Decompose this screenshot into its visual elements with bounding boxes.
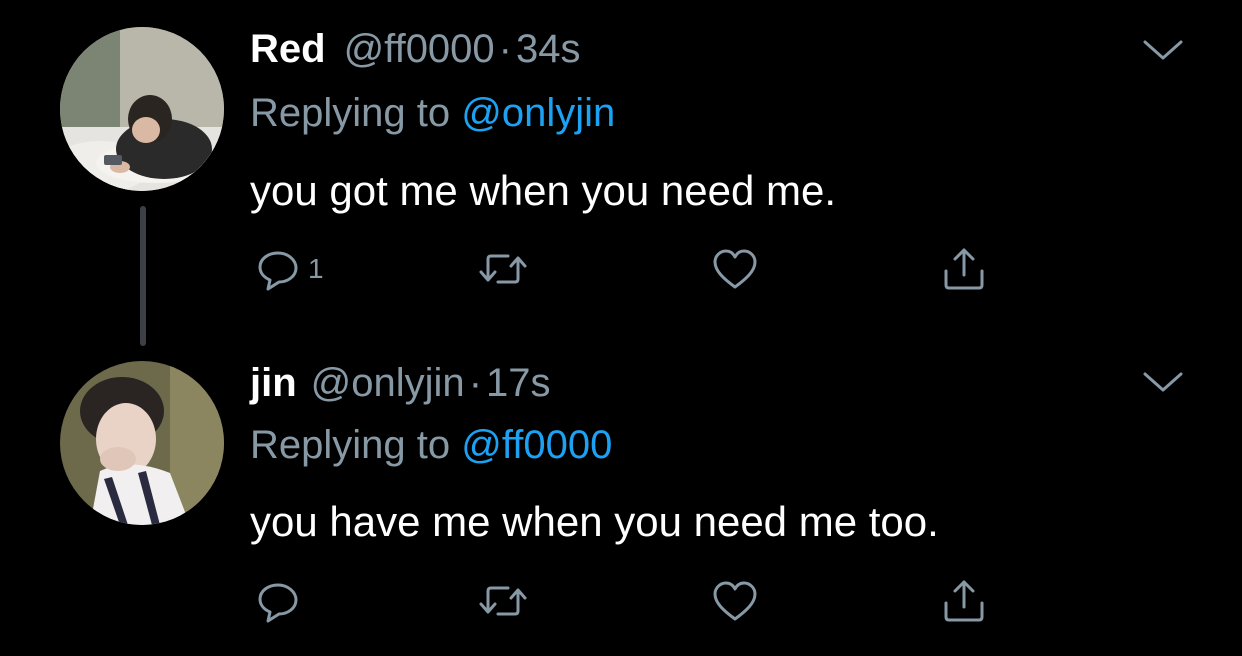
timestamp[interactable]: 34s <box>516 27 581 71</box>
replying-to-handle[interactable]: @ff0000 <box>461 423 612 467</box>
action-bar <box>254 576 1014 626</box>
reply-icon <box>254 245 302 293</box>
display-name[interactable]: Red <box>250 27 326 71</box>
separator-dot: · <box>498 27 512 71</box>
handle[interactable]: @onlyjin <box>311 361 465 405</box>
like-button[interactable] <box>710 576 760 626</box>
avatar[interactable] <box>60 361 224 525</box>
reply-icon <box>254 577 302 625</box>
avatar[interactable] <box>60 27 224 191</box>
replying-to-line: Replying to @ff0000 <box>250 421 612 469</box>
tweet[interactable]: jin @onlyjin · 17s Replying to @ff0000 you … <box>0 330 1242 656</box>
reply-button[interactable] <box>254 576 308 626</box>
timestamp[interactable]: 17s <box>486 361 551 405</box>
chevron-down-icon[interactable] <box>1142 38 1184 62</box>
like-button[interactable] <box>710 244 760 294</box>
share-button[interactable] <box>940 576 988 626</box>
reply-button[interactable]: 1 <box>254 244 324 294</box>
share-button[interactable] <box>940 244 988 294</box>
retweet-icon <box>476 577 530 625</box>
replying-to-label: Replying to <box>250 423 451 467</box>
replying-to-handle[interactable]: @onlyjin <box>461 91 615 135</box>
separator-dot: · <box>468 361 483 405</box>
display-name[interactable]: jin <box>250 361 297 405</box>
handle[interactable]: @ff0000 <box>344 27 495 71</box>
retweet-icon <box>476 245 530 293</box>
retweet-button[interactable] <box>476 576 530 626</box>
thread-line <box>140 206 146 346</box>
tweet-header: Red @ff0000 · 34s <box>250 25 581 73</box>
tweet-header: jin @onlyjin · 17s <box>250 359 551 407</box>
replying-to-line: Replying to @onlyjin <box>250 89 615 137</box>
tweet-text: you have me when you need me too. <box>250 498 939 545</box>
share-icon <box>940 245 988 293</box>
replying-to-label: Replying to <box>250 91 451 135</box>
share-icon <box>940 577 988 625</box>
like-icon <box>710 245 760 293</box>
reply-count: 1 <box>308 253 324 284</box>
retweet-button[interactable] <box>476 244 530 294</box>
action-bar: 1 <box>254 244 1014 294</box>
like-icon <box>710 577 760 625</box>
tweet[interactable]: Red @ff0000 · 34s Replying to @onlyjin you … <box>0 0 1242 346</box>
tweet-text: you got me when you need me. <box>250 167 837 214</box>
chevron-down-icon[interactable] <box>1142 370 1184 394</box>
